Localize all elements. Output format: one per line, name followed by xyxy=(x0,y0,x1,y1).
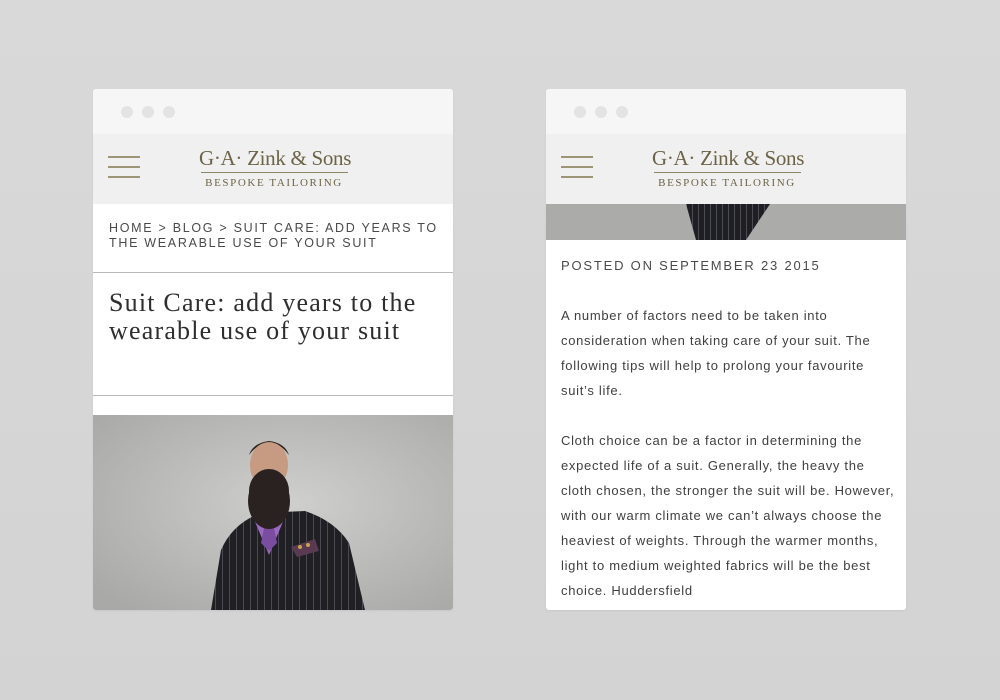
window-dot-icon xyxy=(616,106,628,118)
post-date: POSTED ON SEPTEMBER 23 2015 xyxy=(561,258,821,273)
post-paragraph: A number of factors need to be taken int… xyxy=(561,308,871,398)
hero-image-bottom xyxy=(546,204,906,240)
window-dot-icon xyxy=(163,106,175,118)
menu-hamburger-icon[interactable] xyxy=(561,155,593,181)
post-paragraph: Cloth choice can be a factor in determin… xyxy=(561,433,895,598)
browser-chrome xyxy=(546,89,906,134)
hero-image xyxy=(93,415,453,610)
logo-name: G·A· Zink & Sons xyxy=(652,146,805,170)
logo-tagline: BESPOKE TAILORING xyxy=(205,177,343,189)
logo-name: G·A· Zink & Sons xyxy=(199,146,352,170)
divider xyxy=(93,272,453,273)
window-dot-icon xyxy=(595,106,607,118)
mobile-screen-post-header: G·A· Zink & Sons BESPOKE TAILORING HOME … xyxy=(93,89,453,610)
divider xyxy=(93,395,453,396)
breadcrumb: HOME > BLOG > SUIT CARE: ADD YEARS TO TH… xyxy=(109,221,439,251)
breadcrumb-separator: > xyxy=(158,221,168,235)
logo-tagline: BESPOKE TAILORING xyxy=(658,177,796,189)
site-logo[interactable]: G·A· Zink & Sons BESPOKE TAILORING xyxy=(652,146,805,192)
breadcrumb-blog-link[interactable]: BLOG xyxy=(173,221,215,235)
window-dot-icon xyxy=(142,106,154,118)
window-dot-icon xyxy=(121,106,133,118)
page-title: Suit Care: add years to the wearable use… xyxy=(109,288,417,345)
menu-hamburger-icon[interactable] xyxy=(108,155,140,181)
browser-chrome xyxy=(93,89,453,134)
window-dot-icon xyxy=(574,106,586,118)
breadcrumb-separator: > xyxy=(219,221,229,235)
site-header: G·A· Zink & Sons BESPOKE TAILORING xyxy=(546,134,906,204)
mobile-screen-post-body: G·A· Zink & Sons BESPOKE TAILORING POSTE… xyxy=(546,89,906,610)
logo-divider xyxy=(200,172,348,173)
breadcrumb-home-link[interactable]: HOME xyxy=(109,221,153,235)
logo-divider xyxy=(653,172,801,173)
site-header: G·A· Zink & Sons BESPOKE TAILORING xyxy=(93,134,453,204)
site-logo[interactable]: G·A· Zink & Sons BESPOKE TAILORING xyxy=(199,146,352,192)
